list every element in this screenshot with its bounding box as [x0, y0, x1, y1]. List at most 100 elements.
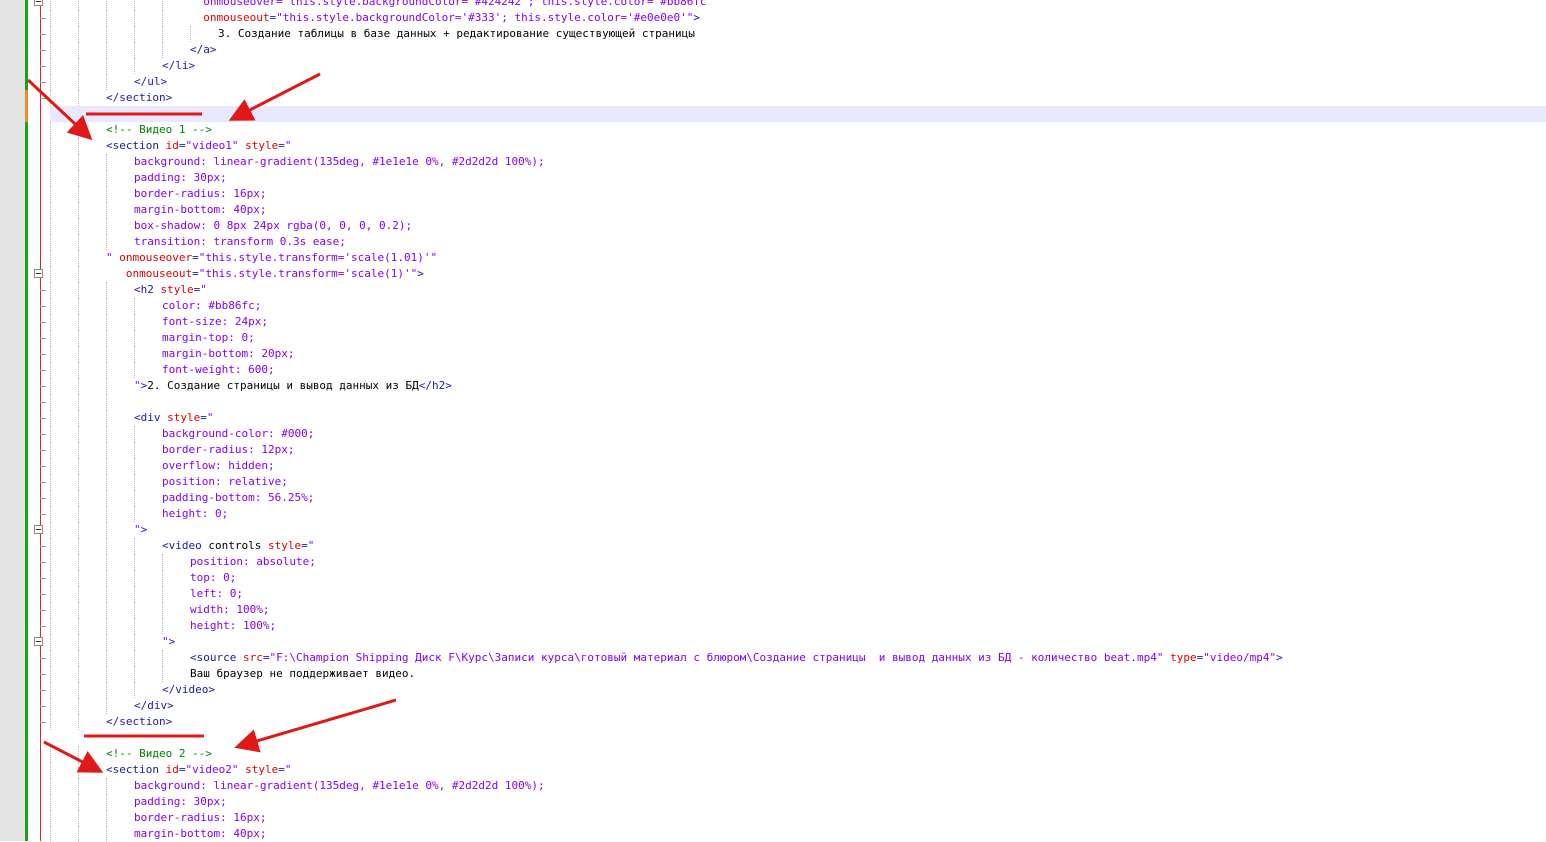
- code-line[interactable]: </video>: [0, 682, 1546, 698]
- code-line[interactable]: " onmouseover="this.style.transform='sca…: [0, 250, 1546, 266]
- code-line[interactable]: 3. Создание таблицы в базе данных + реда…: [0, 26, 1546, 42]
- code-line[interactable]: margin-top: 0;: [0, 330, 1546, 346]
- code-line[interactable]: " onmouseover="this.style.backgroundColo…: [0, 0, 1546, 10]
- code-line[interactable]: Ваш браузер не поддерживает видео.: [0, 666, 1546, 682]
- code-text[interactable]: </ul>: [134, 74, 167, 90]
- code-text[interactable]: font-size: 24px;: [162, 314, 268, 330]
- code-text[interactable]: </video>: [162, 682, 215, 698]
- code-text[interactable]: position: relative;: [162, 474, 288, 490]
- code-text[interactable]: <div style=": [134, 410, 214, 426]
- code-text[interactable]: </div>: [134, 698, 174, 714]
- code-line[interactable]: </div>: [0, 698, 1546, 714]
- code-text[interactable]: onmouseout="this.style.backgroundColor='…: [190, 10, 700, 26]
- code-text[interactable]: </section>: [106, 714, 172, 730]
- code-line[interactable]: <!-- Видео 1 -->: [0, 122, 1546, 138]
- code-text[interactable]: " onmouseover="this.style.backgroundColo…: [190, 0, 720, 10]
- code-text[interactable]: 3. Создание таблицы в базе данных + реда…: [218, 26, 695, 42]
- code-text[interactable]: Ваш браузер не поддерживает видео.: [190, 666, 415, 682]
- code-text[interactable]: margin-top: 0;: [162, 330, 255, 346]
- code-text[interactable]: </li>: [162, 58, 195, 74]
- code-line[interactable]: width: 100%;: [0, 602, 1546, 618]
- code-text[interactable]: margin-bottom: 40px;: [134, 202, 266, 218]
- code-line[interactable]: margin-bottom: 20px;: [0, 346, 1546, 362]
- fold-toggle-icon[interactable]: [34, 637, 43, 646]
- code-text[interactable]: height: 0;: [162, 506, 228, 522]
- code-text[interactable]: </a>: [190, 42, 217, 58]
- code-line[interactable]: [0, 394, 1546, 410]
- code-line[interactable]: height: 0;: [0, 506, 1546, 522]
- code-text[interactable]: ">: [134, 522, 147, 538]
- code-text[interactable]: background-color: #000;: [162, 426, 314, 442]
- code-line[interactable]: padding: 30px;: [0, 170, 1546, 186]
- code-line[interactable]: <source src="F:\Champion Shipping Диск F…: [0, 650, 1546, 666]
- code-line[interactable]: background: linear-gradient(135deg, #1e1…: [0, 778, 1546, 794]
- code-line[interactable]: <section id="video1" style=": [0, 138, 1546, 154]
- code-line[interactable]: </ul>: [0, 74, 1546, 90]
- code-line[interactable]: position: absolute;: [0, 554, 1546, 570]
- current-line[interactable]: [50, 106, 1546, 122]
- code-line[interactable]: [0, 730, 1546, 746]
- code-text[interactable]: top: 0;: [190, 570, 236, 586]
- code-text[interactable]: <video controls style=": [162, 538, 314, 554]
- code-line[interactable]: </section>: [0, 90, 1546, 106]
- code-text[interactable]: onmouseout="this.style.transform='scale(…: [106, 266, 424, 282]
- code-editor[interactable]: " onmouseover="this.style.backgroundColo…: [0, 0, 1546, 842]
- code-line[interactable]: border-radius: 16px;: [0, 810, 1546, 826]
- code-line[interactable]: ">: [0, 522, 1546, 538]
- code-text[interactable]: background: linear-gradient(135deg, #1e1…: [134, 778, 545, 794]
- code-line[interactable]: height: 100%;: [0, 618, 1546, 634]
- code-line[interactable]: font-size: 24px;: [0, 314, 1546, 330]
- code-text[interactable]: box-shadow: 0 8px 24px rgba(0, 0, 0, 0.2…: [134, 218, 412, 234]
- code-text[interactable]: </section>: [106, 90, 172, 106]
- code-line[interactable]: overflow: hidden;: [0, 458, 1546, 474]
- code-line[interactable]: <section id="video2" style=": [0, 762, 1546, 778]
- code-line[interactable]: onmouseout="this.style.transform='scale(…: [0, 266, 1546, 282]
- fold-toggle-icon[interactable]: [34, 525, 43, 534]
- code-line[interactable]: ">2. Создание страницы и вывод данных из…: [0, 378, 1546, 394]
- code-text[interactable]: background: linear-gradient(135deg, #1e1…: [134, 154, 545, 170]
- code-text[interactable]: left: 0;: [190, 586, 243, 602]
- code-line[interactable]: </li>: [0, 58, 1546, 74]
- code-text[interactable]: ">: [162, 634, 175, 650]
- code-line[interactable]: color: #bb86fc;: [0, 298, 1546, 314]
- code-line[interactable]: box-shadow: 0 8px 24px rgba(0, 0, 0, 0.2…: [0, 218, 1546, 234]
- code-line[interactable]: onmouseout="this.style.backgroundColor='…: [0, 10, 1546, 26]
- code-line[interactable]: padding-bottom: 56.25%;: [0, 490, 1546, 506]
- code-line[interactable]: border-radius: 16px;: [0, 186, 1546, 202]
- code-text[interactable]: border-radius: 16px;: [134, 186, 266, 202]
- code-line[interactable]: <h2 style=": [0, 282, 1546, 298]
- code-text[interactable]: padding: 30px;: [134, 170, 227, 186]
- code-text[interactable]: <!-- Видео 2 -->: [106, 746, 212, 762]
- code-text[interactable]: height: 100%;: [190, 618, 276, 634]
- code-line[interactable]: </a>: [0, 42, 1546, 58]
- code-text[interactable]: <h2 style=": [134, 282, 207, 298]
- code-text[interactable]: <!-- Видео 1 -->: [106, 122, 212, 138]
- code-line[interactable]: font-weight: 600;: [0, 362, 1546, 378]
- code-text[interactable]: color: #bb86fc;: [162, 298, 261, 314]
- code-text[interactable]: border-radius: 16px;: [134, 810, 266, 826]
- code-line[interactable]: top: 0;: [0, 570, 1546, 586]
- code-line[interactable]: <div style=": [0, 410, 1546, 426]
- code-line[interactable]: background-color: #000;: [0, 426, 1546, 442]
- code-text[interactable]: width: 100%;: [190, 602, 269, 618]
- code-line[interactable]: </section>: [0, 714, 1546, 730]
- code-text[interactable]: margin-bottom: 20px;: [162, 346, 294, 362]
- code-text[interactable]: <section id="video2" style=": [106, 762, 291, 778]
- code-line[interactable]: <!-- Видео 2 -->: [0, 746, 1546, 762]
- code-line[interactable]: ">: [0, 634, 1546, 650]
- code-line[interactable]: left: 0;: [0, 586, 1546, 602]
- code-line[interactable]: transition: transform 0.3s ease;: [0, 234, 1546, 250]
- code-line[interactable]: margin-bottom: 40px;: [0, 202, 1546, 218]
- fold-toggle-icon[interactable]: [34, 269, 43, 278]
- code-text[interactable]: ">2. Создание страницы и вывод данных из…: [134, 378, 452, 394]
- code-text[interactable]: transition: transform 0.3s ease;: [134, 234, 346, 250]
- code-text[interactable]: overflow: hidden;: [162, 458, 275, 474]
- code-line[interactable]: padding: 30px;: [0, 794, 1546, 810]
- code-text[interactable]: margin-bottom: 40px;: [134, 826, 266, 842]
- code-text[interactable]: padding: 30px;: [134, 794, 227, 810]
- code-text[interactable]: padding-bottom: 56.25%;: [162, 490, 314, 506]
- code-text[interactable]: <section id="video1" style=": [106, 138, 291, 154]
- code-text[interactable]: border-radius: 12px;: [162, 442, 294, 458]
- code-line[interactable]: background: linear-gradient(135deg, #1e1…: [0, 154, 1546, 170]
- fold-toggle-icon[interactable]: [34, 0, 43, 6]
